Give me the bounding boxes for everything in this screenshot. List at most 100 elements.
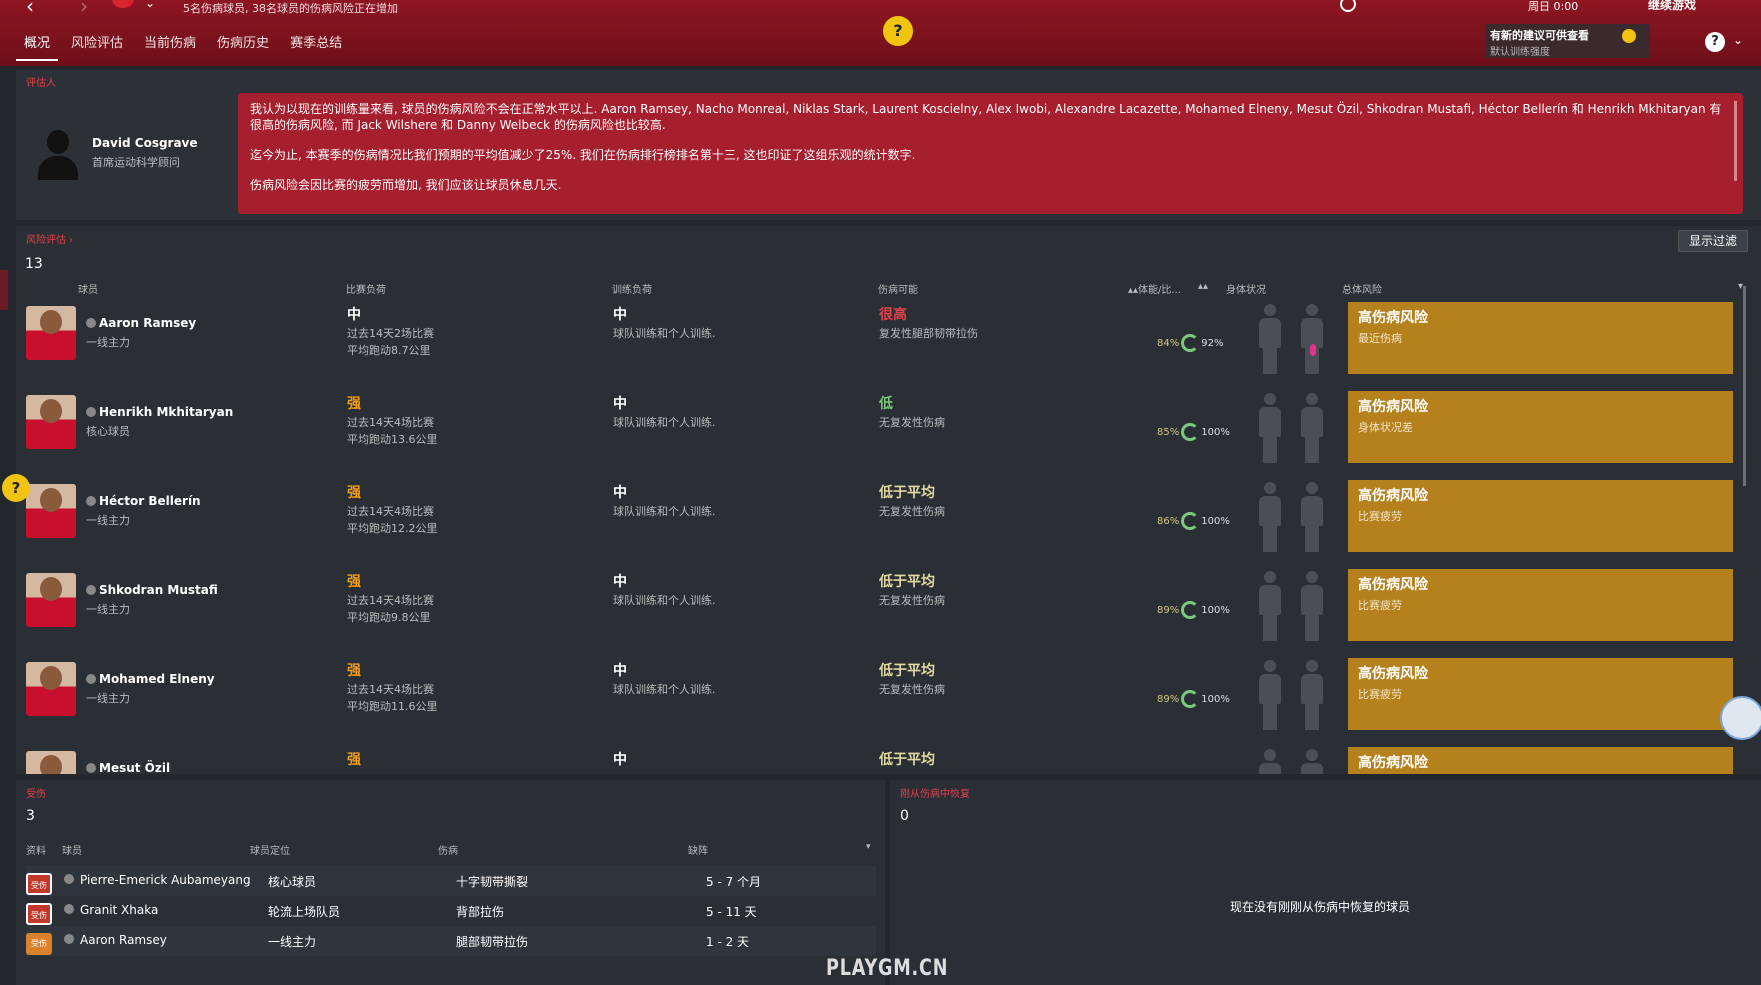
injured-table-row[interactable]: 受伤 Granit Xhaka 轮流上场队员 背部拉伤 5 - 11 天 bbox=[26, 896, 876, 926]
body-front-icon[interactable] bbox=[1259, 749, 1281, 774]
training-load-level: 中 bbox=[613, 307, 627, 323]
search-icon[interactable] bbox=[1340, 0, 1356, 12]
forward-arrow-icon[interactable]: › bbox=[80, 0, 88, 18]
injured-player-name[interactable]: Pierre-Emerick Aubameyang bbox=[80, 873, 251, 887]
overall-risk-box[interactable]: 高伤病风险 最近伤病 bbox=[1348, 302, 1733, 374]
info-icon[interactable] bbox=[64, 873, 74, 887]
body-front-icon[interactable] bbox=[1259, 660, 1281, 732]
player-name-text[interactable]: Héctor Bellerín bbox=[99, 494, 201, 508]
player-name-text[interactable]: Mesut Özil bbox=[99, 761, 170, 774]
match-load-line: 过去14天4场比赛 bbox=[347, 505, 434, 518]
info-icon[interactable] bbox=[64, 903, 74, 917]
player-avatar[interactable] bbox=[26, 484, 76, 538]
player-name[interactable]: Aaron Ramsey bbox=[86, 316, 196, 330]
player-name[interactable]: Henrikh Mkhitaryan bbox=[86, 405, 233, 419]
training-load-detail: 球队训练和个人训练. bbox=[613, 683, 716, 696]
player-name[interactable]: Mohamed Elneny bbox=[86, 672, 215, 686]
show-filter-button[interactable]: 显示过滤 bbox=[1678, 230, 1748, 252]
help-bubble-icon[interactable]: ? bbox=[2, 474, 30, 502]
club-crest-icon[interactable] bbox=[112, 0, 134, 8]
injury-chance-level: 很高 bbox=[879, 307, 907, 323]
player-name-text[interactable]: Mohamed Elneny bbox=[99, 672, 215, 686]
body-back-icon[interactable] bbox=[1301, 749, 1323, 774]
sort-chevron-icon[interactable]: ▾ bbox=[866, 842, 871, 852]
body-back-icon[interactable] bbox=[1301, 393, 1323, 465]
info-icon[interactable] bbox=[86, 496, 96, 506]
tab-risk-assessment[interactable]: 风险评估 bbox=[63, 32, 131, 61]
col-absence[interactable]: 缺阵 bbox=[688, 842, 708, 857]
injured-table-row[interactable]: 受伤 Pierre-Emerick Aubameyang 核心球员 十字韧带撕裂… bbox=[26, 866, 876, 896]
tab-injury-history[interactable]: 伤病历史 bbox=[209, 32, 277, 61]
chatbot-icon[interactable] bbox=[1720, 696, 1761, 740]
player-name-text[interactable]: Shkodran Mustafi bbox=[99, 583, 218, 597]
player-avatar[interactable] bbox=[26, 573, 76, 627]
help-bubble-icon[interactable]: ? bbox=[883, 16, 913, 46]
match-load-line: 平均跑动11.6公里 bbox=[347, 700, 438, 713]
body-front-icon[interactable] bbox=[1259, 482, 1281, 554]
overall-risk-box[interactable]: 高伤病风险 bbox=[1348, 747, 1733, 774]
col-sort[interactable]: ▴▴ bbox=[1198, 281, 1208, 292]
player-role: 一线主力 bbox=[86, 692, 130, 705]
player-avatar[interactable] bbox=[26, 395, 76, 449]
player-avatar[interactable] bbox=[26, 662, 76, 716]
tab-season-summary[interactable]: 赛季总结 bbox=[282, 32, 350, 61]
game-date: 周日 0:00 bbox=[1528, 0, 1579, 13]
injured-player-name[interactable]: Granit Xhaka bbox=[80, 903, 158, 917]
training-load-level: 中 bbox=[613, 752, 627, 768]
body-back-icon[interactable] bbox=[1301, 660, 1323, 732]
overall-risk-box[interactable]: 高伤病风险 身体状况差 bbox=[1348, 391, 1733, 463]
risk-table-row[interactable]: Shkodran Mustafi 一线主力 强 过去14天4场比赛 平均跑动9.8… bbox=[16, 561, 1761, 650]
col-player[interactable]: 球员 bbox=[62, 842, 82, 857]
chevron-down-icon[interactable]: ⌄ bbox=[1733, 33, 1743, 47]
info-icon[interactable] bbox=[86, 585, 96, 595]
risk-table-row[interactable]: Aaron Ramsey 一线主力 中 过去14天2场比赛 平均跑动8.7公里 中… bbox=[16, 294, 1761, 383]
help-icon[interactable]: ? bbox=[1705, 32, 1725, 52]
tab-overview[interactable]: 概况 bbox=[16, 32, 59, 61]
player-avatar[interactable] bbox=[26, 751, 76, 774]
injured-table-row[interactable]: 受伤 Aaron Ramsey 一线主力 腿部韧带拉伤 1 - 2 天 bbox=[26, 926, 876, 956]
risk-table-row[interactable]: Héctor Bellerín 一线主力 强 过去14天4场比赛 平均跑动12.2… bbox=[16, 472, 1761, 561]
body-front-icon[interactable] bbox=[1259, 393, 1281, 465]
training-load-detail: 球队训练和个人训练. bbox=[613, 594, 716, 607]
col-position[interactable]: 球员定位 bbox=[250, 842, 290, 857]
body-back-icon[interactable] bbox=[1301, 482, 1323, 554]
player-name[interactable]: Shkodran Mustafi bbox=[86, 583, 218, 597]
back-arrow-icon[interactable]: ‹ bbox=[26, 0, 34, 18]
player-name-text[interactable]: Henrikh Mkhitaryan bbox=[99, 405, 233, 419]
injury-notice[interactable]: 5名伤病球员, 38名球员的伤病风险正在增加 bbox=[183, 0, 398, 16]
body-back-icon[interactable] bbox=[1301, 571, 1323, 643]
info-icon[interactable] bbox=[86, 318, 96, 328]
body-front-icon[interactable] bbox=[1259, 571, 1281, 643]
continue-button[interactable]: 继续游戏 bbox=[1648, 0, 1696, 13]
tab-current-injuries[interactable]: 当前伤病 bbox=[136, 32, 204, 61]
info-icon[interactable] bbox=[86, 763, 96, 773]
fitness-pct: 89% bbox=[1157, 694, 1180, 705]
player-avatar[interactable] bbox=[26, 306, 76, 360]
player-name[interactable]: Mesut Özil bbox=[86, 761, 170, 774]
injury-chance-level: 低 bbox=[879, 396, 893, 412]
match-load-line: 过去14天4场比赛 bbox=[347, 594, 434, 607]
speech-scrollbar[interactable] bbox=[1734, 101, 1737, 181]
injured-player-name[interactable]: Aaron Ramsey bbox=[80, 933, 167, 947]
fitness-readout: 85% 100% bbox=[1157, 423, 1230, 441]
suggestion-panel[interactable]: 有新的建议可供查看 默认训练强度 bbox=[1485, 24, 1650, 58]
overall-risk-box[interactable]: 高伤病风险 比赛疲劳 bbox=[1348, 658, 1733, 730]
risk-table-row[interactable]: Mesut Özil 强 中 低于平均 高伤病风险 bbox=[16, 739, 1761, 774]
info-icon[interactable] bbox=[86, 674, 96, 684]
overall-risk-box[interactable]: 高伤病风险 比赛疲劳 bbox=[1348, 480, 1733, 552]
risk-table-row[interactable]: Mohamed Elneny 一线主力 强 过去14天4场比赛 平均跑动11.6公… bbox=[16, 650, 1761, 739]
col-info[interactable]: 资料 bbox=[26, 842, 46, 857]
overall-risk-box[interactable]: 高伤病风险 比赛疲劳 bbox=[1348, 569, 1733, 641]
player-name[interactable]: Héctor Bellerín bbox=[86, 494, 201, 508]
info-icon[interactable] bbox=[64, 933, 74, 947]
player-name-text[interactable]: Aaron Ramsey bbox=[99, 316, 196, 330]
chevron-down-icon[interactable]: ⌄ bbox=[145, 0, 155, 10]
info-icon[interactable] bbox=[86, 407, 96, 417]
risk-scrollbar[interactable] bbox=[1743, 286, 1746, 486]
body-back-icon[interactable] bbox=[1301, 304, 1323, 376]
col-injury[interactable]: 伤病 bbox=[438, 842, 458, 857]
body-front-icon[interactable] bbox=[1259, 304, 1281, 376]
risk-section-link[interactable]: 风险评估 › bbox=[26, 231, 73, 246]
assessor-name[interactable]: David Cosgrave bbox=[92, 136, 198, 150]
risk-table-row[interactable]: Henrikh Mkhitaryan 核心球员 强 过去14天4场比赛 平均跑动1… bbox=[16, 383, 1761, 472]
